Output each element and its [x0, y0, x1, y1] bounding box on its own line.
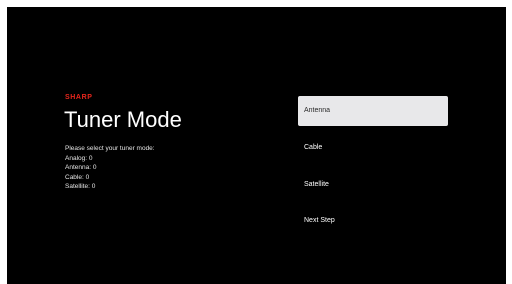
page-title: Tuner Mode: [64, 107, 182, 132]
antenna-count: Antenna: 0: [65, 164, 97, 172]
menu-item-antenna[interactable]: Antenna: [298, 96, 448, 126]
menu-item-satellite[interactable]: Satellite: [298, 170, 448, 200]
cable-count: Cable: 0: [65, 173, 90, 181]
tv-screen: SHARP Tuner Mode Please select your tune…: [7, 7, 506, 284]
tuner-info: Please select your tuner mode: Analog: 0…: [65, 144, 155, 192]
tuner-prompt: Please select your tuner mode:: [65, 145, 155, 152]
menu-item-cable[interactable]: Cable: [298, 133, 448, 163]
analog-count: Analog: 0: [65, 154, 93, 162]
satellite-count: Satellite: 0: [65, 183, 96, 191]
menu-item-next-step[interactable]: Next Step: [298, 206, 448, 236]
sharp-logo: SHARP: [65, 94, 93, 101]
